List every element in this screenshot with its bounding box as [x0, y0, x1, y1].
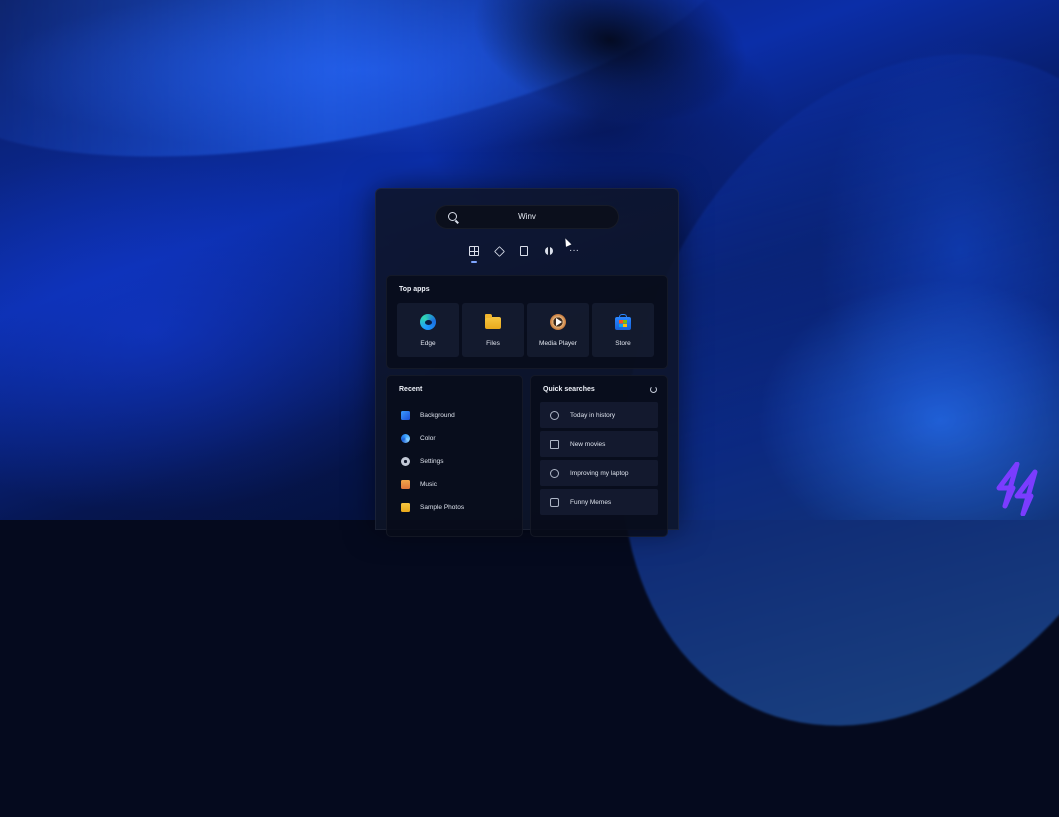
recent-item-background[interactable]: Background: [401, 404, 464, 427]
document-icon: [520, 246, 528, 256]
recent-item-sample-photos[interactable]: Sample Photos: [401, 496, 464, 519]
app-tile-store[interactable]: Store: [592, 303, 654, 357]
image-icon: [401, 411, 410, 420]
tab-documents[interactable]: [515, 242, 533, 260]
quick-search-label: Improving my laptop: [570, 469, 629, 477]
quick-search-label: New movies: [570, 440, 606, 448]
logo-stroke: [1014, 469, 1038, 516]
quick-searches-section: Quick searches Today in history New movi…: [530, 375, 668, 537]
app-label: Media Player: [539, 340, 577, 347]
search-filter-tabs: ···: [465, 242, 583, 263]
folder-icon: [401, 503, 410, 512]
search-input[interactable]: Winv: [436, 212, 618, 221]
quick-search-label: Today in history: [570, 411, 616, 419]
music-folder-icon: [401, 480, 410, 489]
wallpaper-shadow: [456, 0, 764, 148]
tab-layers[interactable]: [490, 242, 508, 260]
quick-search-label: Funny Memes: [570, 498, 612, 506]
start-menu: Winv ··· Top apps Edge Files Media Playe…: [375, 188, 679, 537]
app-tile-edge[interactable]: Edge: [397, 303, 459, 357]
quick-search-new-movies[interactable]: New movies: [540, 431, 658, 457]
meme-icon: [550, 497, 559, 507]
color-icon: [401, 434, 410, 443]
app-label: Edge: [420, 340, 436, 347]
clock-icon: [550, 410, 559, 420]
section-title: Recent: [399, 386, 423, 393]
quick-search-funny-memes[interactable]: Funny Memes: [540, 489, 658, 515]
app-label: Files: [486, 340, 500, 347]
layers-icon: [493, 245, 505, 257]
movie-icon: [550, 439, 559, 449]
top-apps-section: Top apps Edge Files Media Player Store: [386, 275, 668, 369]
logo-stroke: [996, 462, 1020, 509]
recent-item-settings[interactable]: Settings: [401, 450, 464, 473]
app-tile-media-player[interactable]: Media Player: [527, 303, 589, 357]
recent-item-music[interactable]: Music: [401, 473, 464, 496]
tab-web[interactable]: [540, 242, 558, 260]
laptop-icon: [550, 468, 559, 478]
search-box[interactable]: Winv: [435, 205, 619, 247]
brand-logo-icon: [996, 462, 1038, 516]
recent-item-label: Sample Photos: [420, 504, 465, 511]
store-icon: [615, 314, 631, 330]
section-title: Top apps: [399, 286, 430, 293]
recent-item-label: Background: [420, 412, 455, 419]
quick-search-improving-my-laptop[interactable]: Improving my laptop: [540, 460, 658, 486]
recent-item-label: Settings: [420, 458, 444, 465]
gear-icon: [401, 457, 410, 466]
section-title: Quick searches: [543, 386, 595, 393]
tab-all-apps[interactable]: [465, 242, 483, 263]
recent-section: Recent Background Color Settings Music S…: [386, 375, 523, 537]
refresh-icon[interactable]: [650, 386, 657, 393]
grid-icon: [469, 246, 479, 256]
recent-item-label: Music: [420, 481, 437, 488]
folder-icon: [485, 314, 501, 329]
quick-search-today-in-history[interactable]: Today in history: [540, 402, 658, 428]
app-tile-files[interactable]: Files: [462, 303, 524, 357]
recent-item-label: Color: [420, 435, 436, 442]
more-icon: ···: [569, 245, 579, 256]
globe-icon: [545, 247, 553, 255]
app-label: Store: [615, 340, 631, 347]
edge-icon: [420, 314, 436, 330]
media-player-icon: [550, 314, 566, 330]
recent-item-color[interactable]: Color: [401, 427, 464, 450]
tab-more[interactable]: ···: [565, 242, 583, 260]
